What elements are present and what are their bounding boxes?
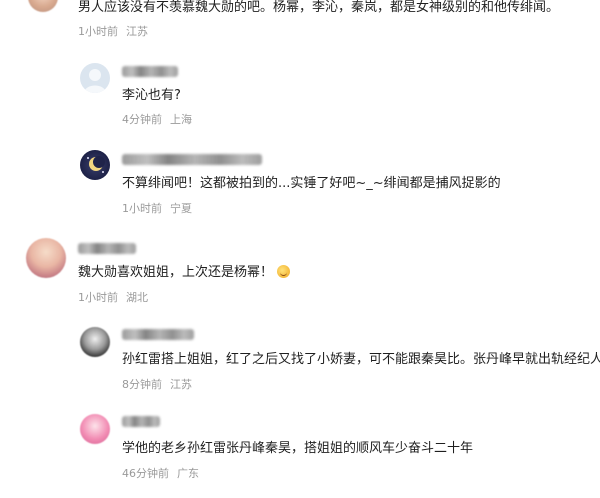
comment-meta: 1小时前 湖北 (78, 291, 148, 304)
username[interactable] (78, 243, 136, 254)
reply-text: 不算绯闻吧！这都被拍到的...实锤了好吧~_~绯闻都是捕风捉影的 (122, 176, 501, 191)
comment-text: 魏大勋喜欢姐姐，上次还是杨幂！ (78, 265, 291, 281)
reply-meta: 46分钟前 广东 (122, 467, 199, 480)
reply-time: 4分钟前 (122, 113, 162, 126)
comment-time: 1小时前 (78, 25, 118, 38)
avatar[interactable] (80, 63, 110, 93)
comment-meta: 1小时前 江苏 (78, 25, 148, 38)
avatar[interactable] (26, 238, 66, 278)
reply-text: 李沁也有? (122, 88, 181, 103)
reply-time: 1小时前 (122, 202, 162, 215)
reply-meta: 1小时前 宁夏 (122, 202, 192, 215)
comment-location: 湖北 (126, 291, 148, 304)
avatar[interactable] (80, 414, 110, 444)
username[interactable] (122, 416, 160, 427)
reply-text: 学他的老乡孙红雷张丹峰秦昊，搭姐姐的顺风车少奋斗二十年 (122, 441, 474, 456)
reply-location: 广东 (177, 467, 199, 480)
avatar[interactable] (80, 327, 110, 357)
comment-text: 男人应该没有不羡慕魏大勋的吧。杨幂，李沁，秦岚，都是女神级别的和他传绯闻。 (78, 0, 560, 15)
comment-location: 江苏 (126, 25, 148, 38)
comment-time: 1小时前 (78, 291, 118, 304)
reply-location: 上海 (170, 113, 192, 126)
default-user-icon (84, 69, 106, 93)
reply-location: 江苏 (170, 378, 192, 391)
moon-icon (87, 156, 105, 173)
username[interactable] (122, 66, 178, 77)
username[interactable] (122, 154, 262, 165)
avatar[interactable] (28, 0, 58, 12)
reply-time: 46分钟前 (122, 467, 169, 480)
avatar[interactable] (80, 150, 110, 180)
grinning-emoji-icon (277, 265, 291, 278)
reply-meta: 4分钟前 上海 (122, 113, 192, 126)
reply-text: 孙红雷搭上姐姐，红了之后又找了小娇妻，可不能跟秦昊比。张丹峰早就出轨经纪人了 (122, 352, 600, 367)
reply-meta: 8分钟前 江苏 (122, 378, 192, 391)
username[interactable] (122, 329, 194, 340)
reply-time: 8分钟前 (122, 378, 162, 391)
reply-location: 宁夏 (170, 202, 192, 215)
